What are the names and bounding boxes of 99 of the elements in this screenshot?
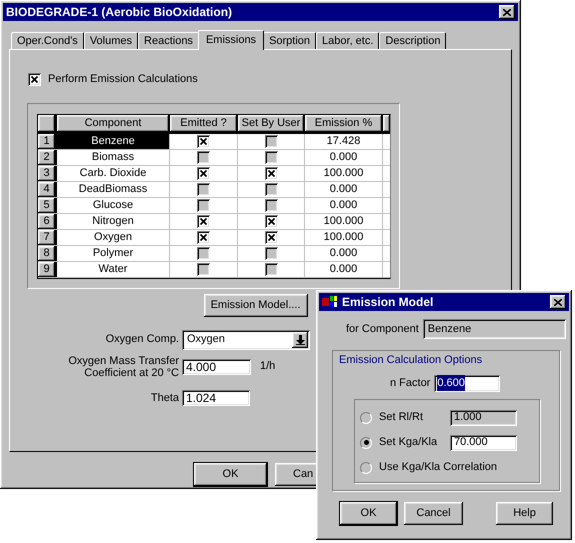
checkbox[interactable] [197,198,210,212]
radio-label: Set Rl/Rt [379,410,424,426]
tab[interactable]: Reactions [138,32,199,49]
checkbox[interactable] [264,214,278,228]
x-mark-icon [268,234,274,240]
table-cell: 100.000 [305,166,383,180]
row-header: 8 [38,246,57,260]
checkbox-label: Perform Emission Calculations [48,72,198,87]
checkbox[interactable] [197,230,210,244]
column-header: Set By User [238,114,305,132]
tab[interactable]: Volumes [84,32,138,49]
field-label: Oxygen Comp. [104,332,180,348]
checkbox[interactable] [264,182,278,196]
checkbox[interactable] [264,166,278,180]
checkbox[interactable] [264,230,278,244]
close-icon [503,8,511,16]
checkbox[interactable] [197,182,210,196]
checkbox[interactable] [264,246,278,260]
checkbox[interactable] [197,262,210,276]
table-cell: DeadBiomass [57,182,170,196]
dropdown-button[interactable] [292,332,308,348]
group-title: Emission Calculation Options [339,353,484,368]
row-header: 2 [38,150,57,164]
table-cell: Oxygen [57,230,170,244]
input-field[interactable]: 0.600 [434,374,500,392]
table-cell: Carb. Dioxide [57,166,170,180]
column-header: Emission % [305,114,383,132]
tab[interactable]: Description [379,32,446,49]
tab[interactable]: Emissions [198,30,264,50]
window-title: BIODEGRADE-1 (Aerobic BioOxidation) [6,4,232,21]
input-field[interactable]: 1.024 [182,390,250,406]
cancel-button[interactable]: Cancel [404,502,463,525]
input-field[interactable]: 70.000 [450,434,517,450]
window-title: Emission Model [342,294,434,311]
column-header: Emitted ? [170,114,238,132]
x-mark-icon [268,218,274,224]
checkbox[interactable] [197,150,210,164]
table-cell: 100.000 [305,214,383,228]
input-field[interactable]: 4.000 [182,358,251,374]
dropdown[interactable]: Oxygen [182,330,310,350]
x-mark-icon [200,138,207,144]
radio-button[interactable] [360,436,372,448]
down-arrow-icon [296,334,304,344]
close-icon [554,298,562,306]
table-cell: 0.000 [305,246,383,260]
ok-button[interactable]: OK [194,463,267,486]
checkbox[interactable] [28,72,41,86]
radio-label: Set Kga/Kla [379,435,438,450]
checkbox[interactable] [197,134,210,148]
table-cell: 0.000 [305,182,383,196]
checkbox[interactable] [197,246,210,260]
field-label: n Factor [390,376,432,391]
x-mark-icon [200,218,207,224]
x-mark-icon [200,170,207,176]
checkbox[interactable] [197,214,210,228]
radio-label: Use Kga/Kla Correlation [379,460,498,476]
row-header: 5 [38,198,57,212]
table-cell: 100.000 [305,230,383,244]
ok-button[interactable]: OK [340,502,397,525]
row-header: 1 [38,134,57,148]
table-cell: 0.000 [305,262,383,276]
table-cell: Benzene [57,134,170,148]
checkbox[interactable] [264,134,278,148]
column-header: Component [57,114,170,132]
row-header: 7 [38,230,57,244]
table-cell: 0.000 [305,150,383,164]
checkbox[interactable] [264,150,278,164]
table-cell: 0.000 [305,198,383,212]
field-label: for Component [346,322,420,337]
tab[interactable]: Oper.Cond's [11,32,84,49]
x-mark-icon [268,170,274,176]
tab[interactable]: Sorption [263,32,316,49]
checkbox[interactable] [264,262,278,276]
table-cell: Nitrogen [57,214,170,228]
row-header: 6 [38,214,57,228]
tab[interactable]: Labor, etc. [316,32,380,49]
table-cell: Water [57,262,170,276]
emission-model-button[interactable]: Emission Model.... [204,294,308,316]
close-button[interactable] [550,295,566,309]
radio-button[interactable] [360,462,372,474]
checkbox[interactable] [197,166,210,180]
unit-label: 1/h [260,359,276,374]
field-label: Oxygen Mass Transfer Coefficient at 20 °C [67,354,180,378]
field-label: Theta [150,390,180,406]
checkbox[interactable] [264,198,278,212]
table-cell: Biomass [57,150,170,164]
table-cell: Glucose [57,198,170,212]
table-cell: Polymer [57,246,170,260]
row-header: 9 [38,262,57,276]
close-button[interactable] [499,5,515,19]
column-header [383,114,390,132]
app-icon [322,296,338,308]
row-header: 4 [38,182,57,196]
readonly-field: Benzene [422,319,566,339]
x-mark-icon [200,234,207,240]
help-button[interactable]: Help [496,502,553,525]
row-header: 3 [38,166,57,180]
x-mark-icon [31,76,38,83]
table-cell: 17.428 [305,134,383,148]
